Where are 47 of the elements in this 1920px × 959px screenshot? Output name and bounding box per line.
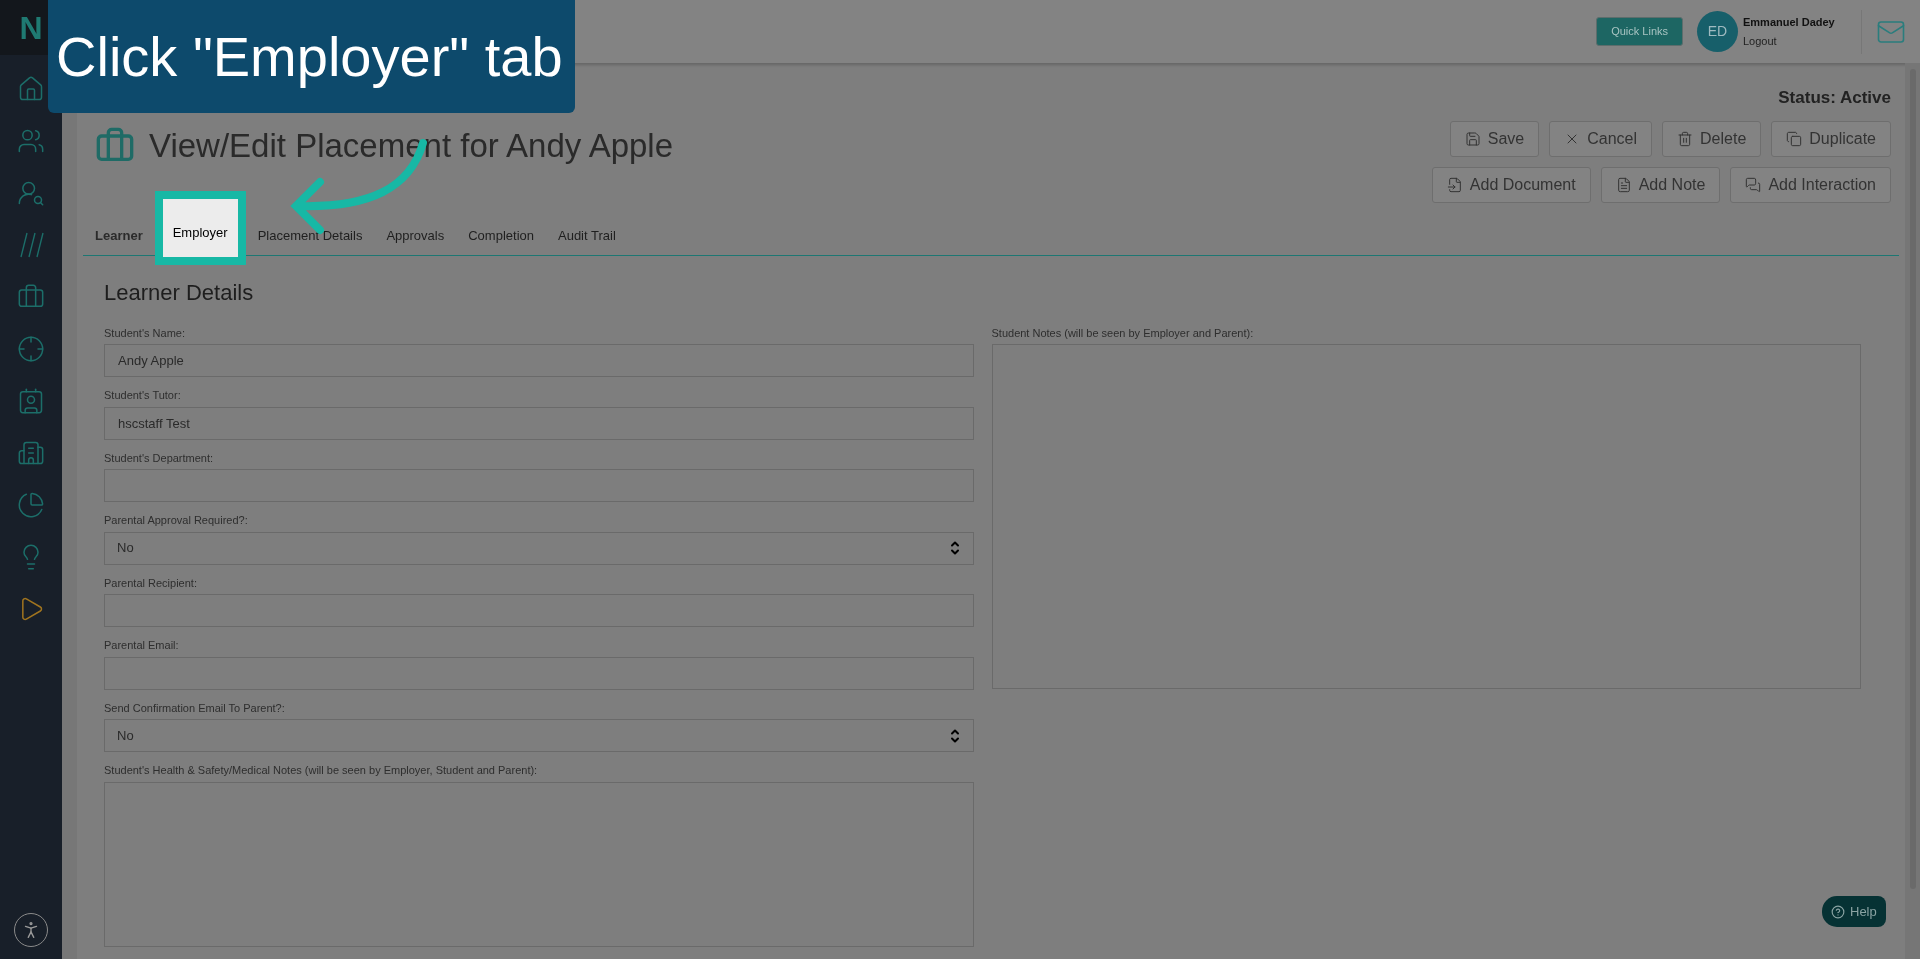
field-label: Parental Recipient: (104, 575, 198, 591)
action-button[interactable]: Add Note (1600, 166, 1721, 203)
status-label: Status: Active (1778, 87, 1891, 109)
action-button[interactable]: Duplicate (1771, 120, 1891, 157)
help-icon (1831, 904, 1845, 919)
tab[interactable]: Audit Trail (546, 216, 628, 255)
target-icon[interactable] (17, 335, 45, 363)
action-button[interactable]: Save (1449, 120, 1540, 157)
quick-links-button[interactable]: Quick Links (1596, 17, 1683, 46)
field-label: Parental Email: (104, 638, 180, 653)
copy-icon (1786, 130, 1803, 147)
logout-link[interactable]: Logout (1743, 33, 1851, 50)
contact-icon[interactable] (17, 387, 45, 415)
action-button[interactable]: Add Interaction (1730, 166, 1891, 203)
tab[interactable]: Learner (83, 216, 155, 255)
pie-chart-icon[interactable] (17, 491, 45, 519)
avatar[interactable]: ED (1697, 11, 1738, 52)
trash-icon (1677, 130, 1694, 147)
field-label: Student's Tutor: (104, 388, 182, 403)
action-button[interactable]: Add Document (1431, 166, 1591, 203)
file-import-icon (1446, 176, 1463, 193)
field-label: Student's Department: (104, 450, 215, 466)
input-field[interactable]: hscstaff Test (104, 406, 974, 440)
home-icon[interactable] (17, 75, 45, 103)
select-field[interactable]: No (104, 531, 974, 565)
field-label: Student's Health & Safety/Medical Notes (will be seen by Employer, Student and Parent): (104, 763, 539, 778)
user-name: Emmanuel Dadey (1743, 14, 1836, 30)
field-label: Student's Name: (104, 325, 186, 341)
document-icon (1615, 176, 1632, 193)
save-icon (1464, 130, 1481, 147)
tab[interactable]: Completion (456, 216, 546, 255)
select-field[interactable]: No (104, 719, 974, 752)
input-field[interactable]: Andy Apple (104, 344, 974, 377)
action-button[interactable]: Cancel (1549, 120, 1653, 157)
field-label: Student Notes (will be seen by Employer and Parent): (991, 325, 1255, 341)
tab[interactable]: Employer (154, 190, 246, 265)
users-icon[interactable] (17, 127, 45, 155)
tab[interactable]: Placement Details (245, 216, 375, 255)
section-title: Learner Details (104, 279, 254, 305)
action-button[interactable]: Delete (1662, 120, 1762, 157)
help-button[interactable]: Help (1822, 896, 1886, 927)
field-label: Send Confirmation Email To Parent?: (104, 700, 286, 716)
field-label: Parental Approval Required?: (104, 513, 249, 528)
slashes-icon[interactable] (17, 231, 45, 259)
building-icon[interactable] (17, 439, 45, 467)
tab[interactable]: Approvals (374, 216, 457, 255)
chat-icon (1745, 176, 1762, 193)
